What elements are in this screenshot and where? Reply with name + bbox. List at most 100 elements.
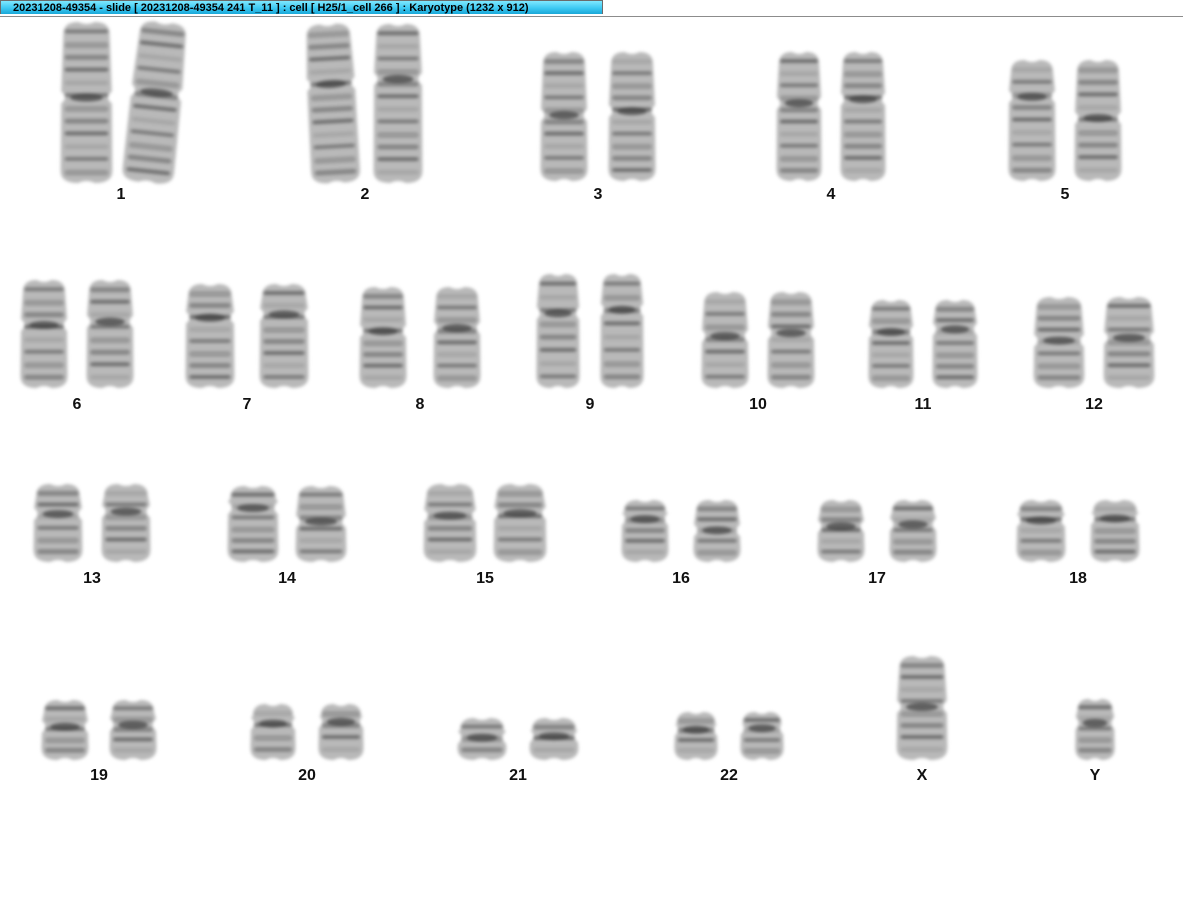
chromosome-22-a[interactable] — [673, 710, 719, 762]
chromosome-20-a[interactable] — [249, 702, 297, 762]
chromosome-9-a[interactable] — [535, 272, 581, 390]
chromosome-band — [24, 312, 64, 318]
centromere — [1112, 333, 1146, 342]
chromosome-1-b[interactable] — [120, 18, 192, 188]
chromosome-4-a[interactable] — [775, 50, 823, 183]
chromosome-label: 18 — [1069, 570, 1087, 587]
chromosome-band — [612, 167, 652, 172]
chromosome-band — [1107, 351, 1151, 357]
chromosome-band — [90, 362, 130, 367]
window-title-tab[interactable]: 20231208-49354 - slide [ 20231208-49354 … — [0, 0, 603, 14]
chromosome-band — [779, 131, 819, 137]
chromosome-8-b[interactable] — [432, 285, 482, 390]
chromosome-band — [539, 361, 577, 367]
chromosome-5-b[interactable] — [1073, 58, 1123, 183]
chromosome-22-b[interactable] — [739, 710, 785, 762]
chromosome-10-b[interactable] — [766, 290, 816, 390]
chromosome-20-b[interactable] — [317, 702, 365, 762]
chromosome-21-a[interactable] — [456, 716, 508, 762]
chromosome-band — [539, 294, 577, 300]
chromosome-8-a[interactable] — [358, 285, 408, 390]
chromosome-band — [427, 502, 473, 507]
chromosome-2-b[interactable] — [372, 22, 424, 185]
chromosome-band — [231, 492, 275, 497]
chromosome-band — [64, 118, 109, 124]
chromosome-band — [363, 305, 403, 310]
chromosome-14-a[interactable] — [226, 484, 280, 564]
chromosome-x[interactable] — [895, 654, 949, 762]
chromosome-7-b[interactable] — [258, 282, 310, 390]
chromosome-7-a[interactable] — [184, 282, 236, 390]
chromosome-3-a[interactable] — [539, 50, 589, 183]
chromosome-21-b[interactable] — [528, 716, 580, 762]
chromosome-3-b[interactable] — [607, 50, 657, 183]
chromosome-band — [603, 294, 641, 301]
chromosome-band — [1020, 528, 1062, 533]
chromosome-13-b[interactable] — [100, 482, 152, 564]
chromosome-1-a[interactable] — [59, 20, 114, 185]
chromosome-band — [377, 69, 419, 76]
chromosome-14-b[interactable] — [294, 484, 348, 564]
chromosome-9-b[interactable] — [599, 272, 645, 390]
chromosome-band — [612, 95, 652, 101]
chromosome-13-a[interactable] — [32, 482, 84, 564]
chromosome-band — [64, 156, 109, 161]
chromosome-19-b[interactable] — [108, 698, 158, 762]
chromosome-15-a[interactable] — [422, 482, 478, 564]
chromosome-band — [1107, 315, 1151, 321]
chromosome-band — [1094, 506, 1136, 512]
chromosome-band — [893, 528, 933, 532]
chromosome-17-b[interactable] — [888, 498, 938, 564]
chromosome-11-a[interactable] — [867, 298, 915, 390]
chromosome-6-b[interactable] — [85, 278, 135, 390]
chromosome-band — [263, 327, 305, 333]
centromere — [503, 509, 537, 518]
chromosome-band — [705, 349, 745, 354]
chromosome-band — [697, 549, 737, 556]
chromosome-19-a[interactable] — [40, 698, 90, 762]
chromosome-band — [363, 363, 403, 368]
chromatid-body — [185, 284, 235, 388]
chromosome-band — [1078, 155, 1118, 160]
chromosome-band — [900, 687, 944, 692]
chromosome-band — [64, 105, 109, 112]
chromosome-17-a[interactable] — [816, 498, 866, 564]
centromere — [826, 522, 856, 531]
chromosome-band — [427, 537, 473, 542]
chromosome-6-a[interactable] — [19, 278, 69, 390]
chromosome-y[interactable] — [1074, 697, 1116, 762]
chromosome-band — [1012, 130, 1052, 136]
chromosome-16-a[interactable] — [620, 498, 670, 564]
chromosome-band — [263, 291, 305, 295]
chromosome-band — [697, 517, 737, 522]
chromosome-11-b[interactable] — [931, 298, 979, 390]
chromosome-10-a[interactable] — [700, 290, 750, 390]
chromosome-18-b[interactable] — [1089, 498, 1141, 564]
chromosome-band — [1078, 747, 1112, 753]
chromosome-4-b[interactable] — [839, 50, 887, 183]
chromosome-band — [321, 711, 361, 717]
chromosome-band — [113, 747, 153, 753]
chromosome-band — [37, 525, 79, 530]
chromosome-label: 3 — [593, 186, 603, 203]
chromosome-band — [90, 312, 130, 318]
chromosome-band — [871, 363, 911, 368]
chromosome-15-b[interactable] — [492, 482, 548, 564]
chromosome-band — [1037, 363, 1081, 370]
chromosome-12-b[interactable] — [1102, 295, 1156, 390]
chromosome-5-a[interactable] — [1007, 58, 1057, 183]
centromere — [29, 321, 59, 330]
chromosome-band — [45, 706, 85, 711]
chromosome-band — [377, 94, 419, 99]
chromosome-band — [1107, 375, 1151, 381]
chromosome-band — [45, 716, 85, 722]
chromosome-18-a[interactable] — [1015, 498, 1067, 564]
chromosome-12-a[interactable] — [1032, 295, 1086, 390]
centromere — [368, 327, 398, 336]
centromere — [898, 520, 928, 529]
chromosome-2-a[interactable] — [302, 21, 362, 186]
chromosome-band — [113, 706, 153, 711]
chromosome-band — [90, 349, 130, 355]
chromosome-16-b[interactable] — [692, 498, 742, 564]
centromere — [1042, 336, 1076, 345]
